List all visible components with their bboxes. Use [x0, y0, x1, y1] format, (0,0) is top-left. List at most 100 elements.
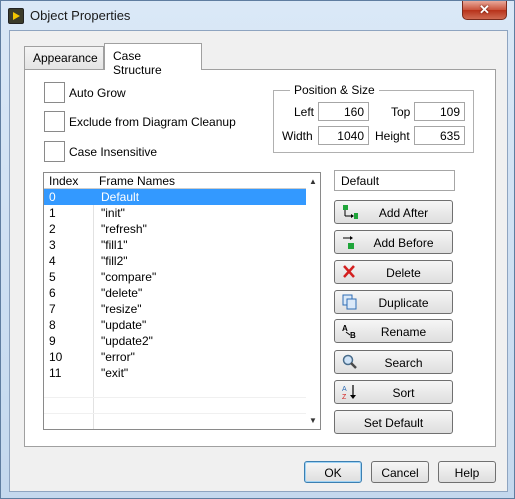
- list-row[interactable]: 0 Default: [44, 189, 306, 205]
- svg-text:B: B: [350, 331, 356, 339]
- scroll-up-arrow-icon[interactable]: ▲: [309, 177, 317, 186]
- delete-label: Delete: [386, 266, 421, 280]
- cancel-button[interactable]: Cancel: [371, 461, 429, 483]
- row-index: 2: [49, 222, 56, 236]
- list-row[interactable]: 5 "compare": [44, 269, 306, 285]
- list-row[interactable]: 7 "resize": [44, 301, 306, 317]
- row-frame-name: "fill1": [101, 238, 128, 252]
- row-index: 3: [49, 238, 56, 252]
- search-label: Search: [384, 356, 423, 370]
- add-after-icon: [343, 205, 358, 219]
- window-title: Object Properties: [30, 8, 131, 23]
- top-label: Top: [391, 105, 411, 119]
- list-header: Index Frame Names: [44, 173, 306, 189]
- row-frame-name: Default: [101, 190, 140, 204]
- row-frame-name: "compare": [101, 270, 157, 284]
- empty-row-line: [44, 413, 306, 414]
- list-row[interactable]: 10 "error": [44, 349, 306, 365]
- checkbox-box[interactable]: [44, 82, 65, 103]
- add-before-icon: [343, 236, 354, 249]
- row-frame-name: "resize": [101, 302, 142, 316]
- empty-row-line: [44, 397, 306, 398]
- svg-text:Z: Z: [342, 394, 347, 400]
- list-row[interactable]: 1 "init": [44, 205, 306, 221]
- list-row[interactable]: 6 "delete": [44, 285, 306, 301]
- svg-text:A: A: [342, 386, 347, 393]
- group-title: Position & Size: [290, 83, 379, 97]
- height-label: Height: [375, 129, 410, 143]
- list-scrollbar[interactable]: ▲ ▼: [306, 173, 320, 429]
- checkbox-label: Auto Grow: [69, 86, 126, 100]
- row-frame-name: "refresh": [101, 222, 147, 236]
- height-input[interactable]: 635: [414, 126, 465, 145]
- add-after-button[interactable]: Add After: [334, 200, 453, 224]
- checkbox-label: Case Insensitive: [69, 145, 158, 159]
- row-frame-name: "init": [101, 206, 125, 220]
- list-row[interactable]: 11 "exit": [44, 365, 306, 381]
- add-after-label: Add After: [378, 206, 429, 220]
- rename-label: Rename: [380, 325, 427, 339]
- close-button[interactable]: ✕: [462, 1, 507, 20]
- dialog-client-area: Appearance Case Structure Auto Grow Excl…: [9, 30, 508, 492]
- row-index: 10: [49, 350, 63, 364]
- delete-x-icon: [343, 265, 355, 278]
- row-index: 8: [49, 318, 56, 332]
- scroll-down-arrow-icon[interactable]: ▼: [309, 416, 317, 425]
- row-index: 7: [49, 302, 56, 316]
- width-label: Width: [282, 129, 313, 143]
- svg-text:A: A: [342, 324, 348, 333]
- column-header-index: Index: [49, 174, 79, 188]
- rename-button[interactable]: A B Rename: [334, 319, 453, 343]
- duplicate-icon: [342, 294, 357, 310]
- row-index: 6: [49, 286, 56, 300]
- row-frame-name: "exit": [101, 366, 129, 380]
- row-frame-name: "update2": [101, 334, 153, 348]
- sort-az-icon: A Z: [342, 385, 356, 400]
- row-frame-name: "error": [101, 350, 135, 364]
- row-index: 11: [49, 366, 62, 380]
- frame-name-input[interactable]: Default: [334, 170, 455, 191]
- checkbox-box[interactable]: [44, 111, 65, 132]
- list-row[interactable]: 8 "update": [44, 317, 306, 333]
- set-default-label: Set Default: [363, 416, 424, 430]
- magnifier-icon: [342, 354, 357, 369]
- rename-icon: A B: [342, 324, 356, 339]
- ok-button[interactable]: OK: [304, 461, 362, 483]
- row-index: 5: [49, 270, 56, 284]
- frame-names-list[interactable]: Index Frame Names 0 Default 1 "init" 2 "…: [43, 172, 321, 430]
- sort-label: Sort: [392, 386, 415, 400]
- width-input[interactable]: 1040: [318, 126, 369, 145]
- column-header-frame-names: Frame Names: [99, 174, 176, 188]
- top-input[interactable]: 109: [414, 102, 465, 121]
- left-input[interactable]: 160: [318, 102, 369, 121]
- delete-button[interactable]: Delete: [334, 260, 453, 284]
- row-frame-name: "update": [101, 318, 147, 332]
- duplicate-button[interactable]: Duplicate: [334, 290, 453, 314]
- sort-button[interactable]: A Z Sort: [334, 380, 453, 404]
- object-properties-window: Object Properties ✕ Appearance Case Stru…: [0, 0, 515, 499]
- set-default-button[interactable]: Set Default: [334, 410, 453, 434]
- row-index: 0: [49, 190, 56, 204]
- list-row[interactable]: 9 "update2": [44, 333, 306, 349]
- search-button[interactable]: Search: [334, 350, 453, 374]
- left-label: Left: [294, 105, 315, 119]
- case-structure-panel: Auto Grow Exclude from Diagram Cleanup C…: [24, 69, 496, 447]
- add-before-button[interactable]: Add Before: [334, 230, 453, 254]
- row-index: 9: [49, 334, 56, 348]
- row-index: 1: [49, 206, 56, 220]
- row-frame-name: "fill2": [101, 254, 128, 268]
- checkbox-label: Exclude from Diagram Cleanup: [69, 115, 236, 129]
- add-before-label: Add Before: [373, 236, 434, 250]
- list-row[interactable]: 4 "fill2": [44, 253, 306, 269]
- list-row[interactable]: 3 "fill1": [44, 237, 306, 253]
- title-bar[interactable]: Object Properties ✕: [1, 1, 514, 29]
- duplicate-label: Duplicate: [378, 296, 429, 310]
- row-index: 4: [49, 254, 56, 268]
- tab-appearance[interactable]: Appearance: [24, 46, 104, 70]
- help-button[interactable]: Help: [438, 461, 496, 483]
- position-size-group: Position & Size Left 160 Top 109 Width 1…: [273, 83, 474, 153]
- labview-app-icon: [8, 8, 24, 24]
- checkbox-box[interactable]: [44, 141, 65, 162]
- tab-case-structure[interactable]: Case Structure: [104, 43, 202, 77]
- list-row[interactable]: 2 "refresh": [44, 221, 306, 237]
